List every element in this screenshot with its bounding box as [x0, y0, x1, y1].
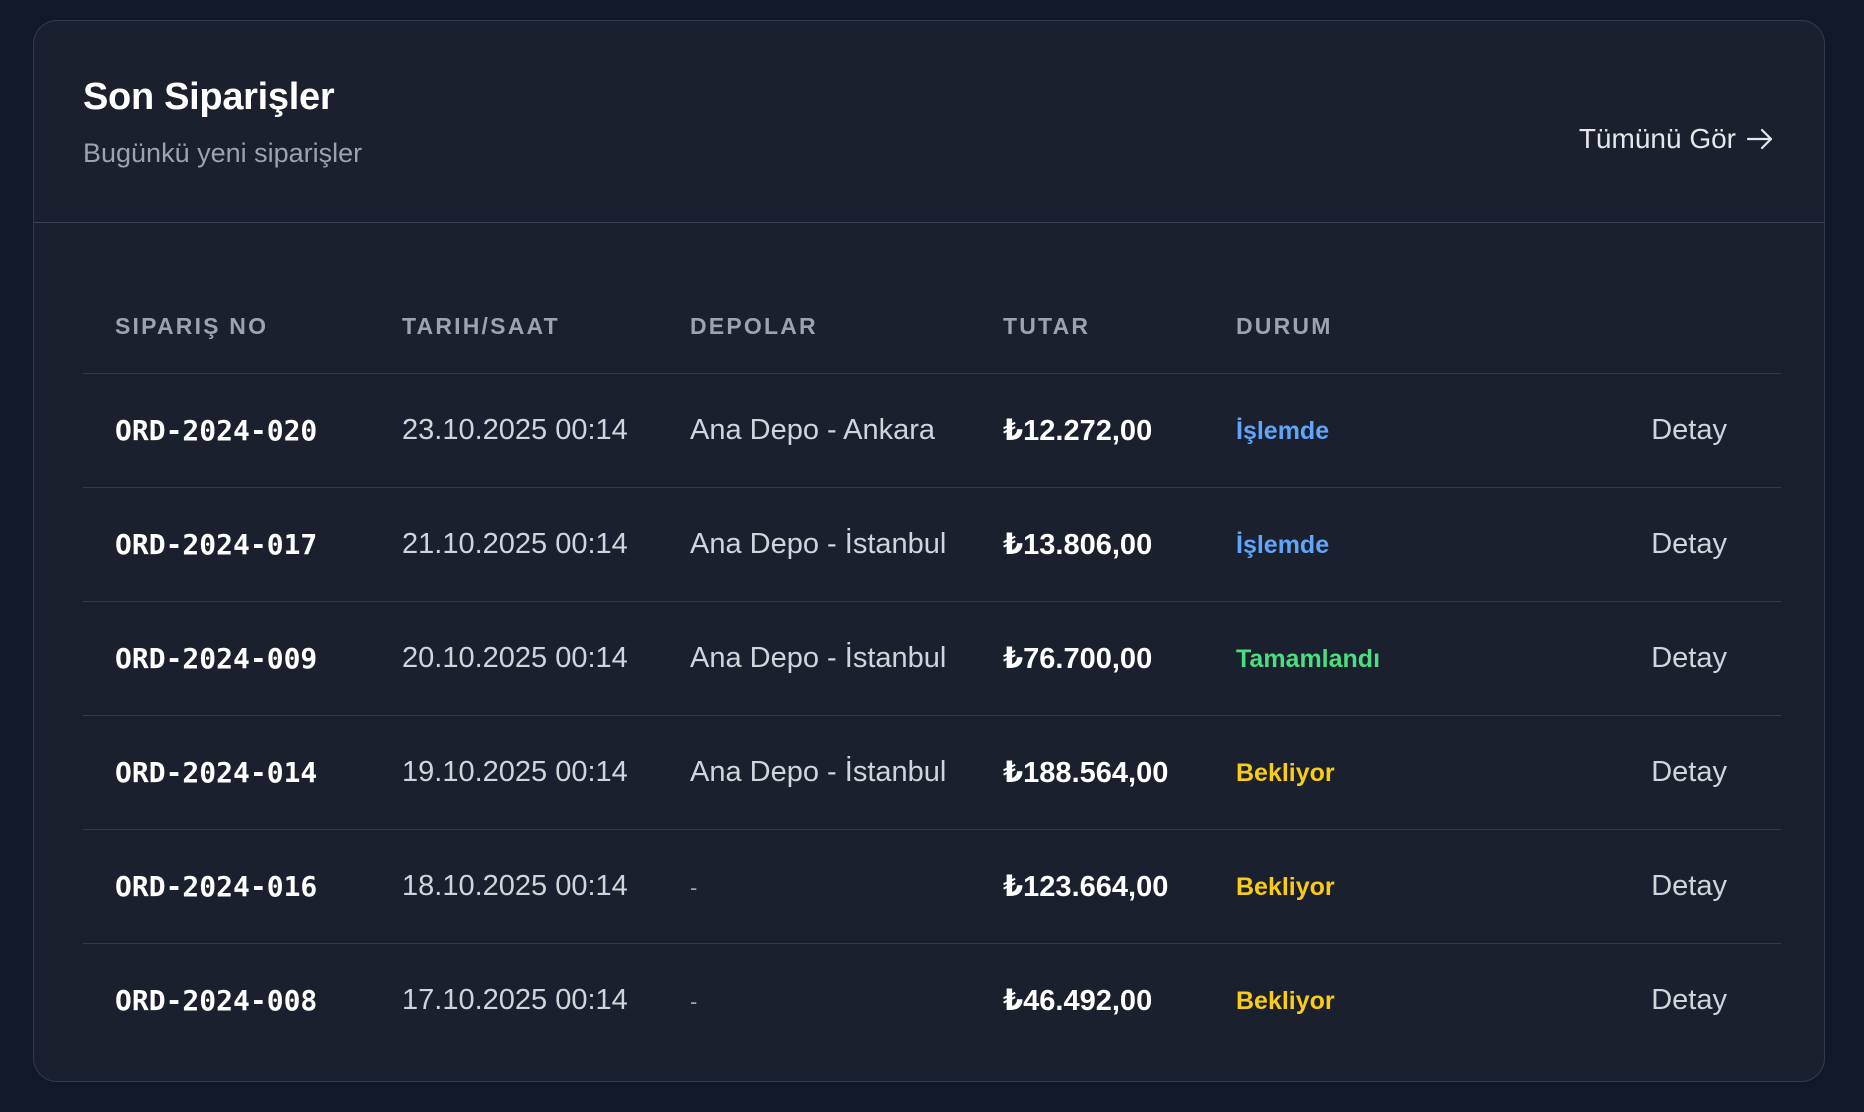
status-badge: İşlemde — [1236, 417, 1330, 445]
order-depot: Ana Depo - Ankara — [658, 373, 971, 488]
status-cell: Bekliyor — [1204, 829, 1394, 944]
table-row: ORD-2024-009 20.10.2025 00:14 Ana Depo -… — [83, 601, 1781, 716]
order-amount: ₺46.492,00 — [1003, 985, 1153, 1017]
order-depot: - — [658, 944, 971, 1058]
order-datetime: 17.10.2025 00:14 — [402, 984, 628, 1016]
detail-link[interactable]: Detay — [1651, 528, 1727, 560]
actions-cell: Detay — [1394, 601, 1781, 716]
actions-cell: Detay — [1394, 715, 1781, 830]
status-cell: Tamamlandı — [1204, 601, 1394, 716]
actions-cell: Detay — [1394, 944, 1781, 1058]
status-cell: Bekliyor — [1204, 715, 1394, 830]
actions-cell: Detay — [1394, 373, 1781, 488]
table-row: ORD-2024-020 23.10.2025 00:14 Ana Depo -… — [83, 373, 1781, 488]
status-badge: İşlemde — [1236, 531, 1330, 559]
order-datetime: 21.10.2025 00:14 — [370, 487, 658, 602]
order-number: ORD-2024-016 — [83, 829, 370, 944]
arrow-right-icon — [1746, 127, 1774, 151]
order-amount: ₺123.664,00 — [971, 829, 1204, 944]
detail-link[interactable]: Detay — [1651, 642, 1727, 674]
view-all-label: Tümünü Gör — [1578, 123, 1736, 154]
status-badge: Bekliyor — [1236, 987, 1335, 1015]
card-subtitle: Bugünkü yeni siparişler — [83, 138, 363, 168]
actions-cell: Detay — [1394, 829, 1781, 944]
order-amount: ₺12.272,00 — [971, 373, 1204, 488]
card-header: Son Siparişler Bugünkü yeni siparişler T… — [34, 21, 1824, 223]
status-cell: Bekliyor — [1204, 944, 1394, 1058]
view-all-link[interactable]: Tümünü Gör — [1579, 123, 1774, 155]
depot-empty-value: - — [690, 875, 698, 900]
status-cell: İşlemde — [1204, 487, 1394, 602]
order-number: ORD-2024-008 — [115, 984, 318, 1017]
order-datetime: 23.10.2025 00:14 — [370, 373, 658, 488]
orders-table: SIPARIŞ NO TARIH/SAAT DEPOLAR TUTAR DURU… — [83, 279, 1781, 1057]
status-badge: Tamamlandı — [1236, 645, 1381, 673]
column-header-status: DURUM — [1204, 279, 1394, 374]
table-header-row: SIPARIŞ NO TARIH/SAAT DEPOLAR TUTAR DURU… — [83, 279, 1781, 374]
card-title: Son Siparişler — [83, 76, 335, 118]
status-cell: İşlemde — [1204, 373, 1394, 488]
order-number: ORD-2024-014 — [83, 715, 370, 830]
order-number: ORD-2024-009 — [83, 601, 370, 716]
recent-orders-card: Son Siparişler Bugünkü yeni siparişler T… — [33, 20, 1825, 1082]
column-header-datetime: TARIH/SAAT — [370, 279, 658, 374]
status-badge: Bekliyor — [1236, 873, 1335, 901]
table-row: ORD-2024-008 17.10.2025 00:14 - ₺46.492,… — [83, 944, 1781, 1058]
column-header-amount: TUTAR — [971, 279, 1204, 374]
column-header-order-no: SIPARIŞ NO — [83, 279, 370, 374]
order-number: ORD-2024-020 — [83, 373, 370, 488]
depot-empty-value: - — [690, 989, 698, 1014]
actions-cell: Detay — [1394, 487, 1781, 602]
order-amount: ₺13.806,00 — [971, 487, 1204, 602]
order-amount: ₺188.564,00 — [971, 715, 1204, 830]
status-badge: Bekliyor — [1236, 759, 1335, 787]
detail-link[interactable]: Detay — [1651, 984, 1727, 1016]
order-depot: - — [658, 829, 971, 944]
detail-link[interactable]: Detay — [1651, 414, 1727, 446]
order-depot: Ana Depo - İstanbul — [658, 715, 971, 830]
detail-link[interactable]: Detay — [1651, 756, 1727, 788]
order-datetime: 20.10.2025 00:14 — [370, 601, 658, 716]
table-row: ORD-2024-014 19.10.2025 00:14 Ana Depo -… — [83, 715, 1781, 830]
order-datetime: 18.10.2025 00:14 — [370, 829, 658, 944]
orders-table-wrapper: SIPARIŞ NO TARIH/SAAT DEPOLAR TUTAR DURU… — [83, 279, 1781, 1057]
column-header-actions — [1394, 279, 1781, 374]
order-number: ORD-2024-017 — [83, 487, 370, 602]
order-datetime: 19.10.2025 00:14 — [370, 715, 658, 830]
table-row: ORD-2024-016 18.10.2025 00:14 - ₺123.664… — [83, 829, 1781, 944]
detail-link[interactable]: Detay — [1651, 870, 1727, 902]
order-depot: Ana Depo - İstanbul — [658, 487, 971, 602]
order-depot: Ana Depo - İstanbul — [658, 601, 971, 716]
column-header-depots: DEPOLAR — [658, 279, 971, 374]
table-row: ORD-2024-017 21.10.2025 00:14 Ana Depo -… — [83, 487, 1781, 602]
order-amount: ₺76.700,00 — [971, 601, 1204, 716]
